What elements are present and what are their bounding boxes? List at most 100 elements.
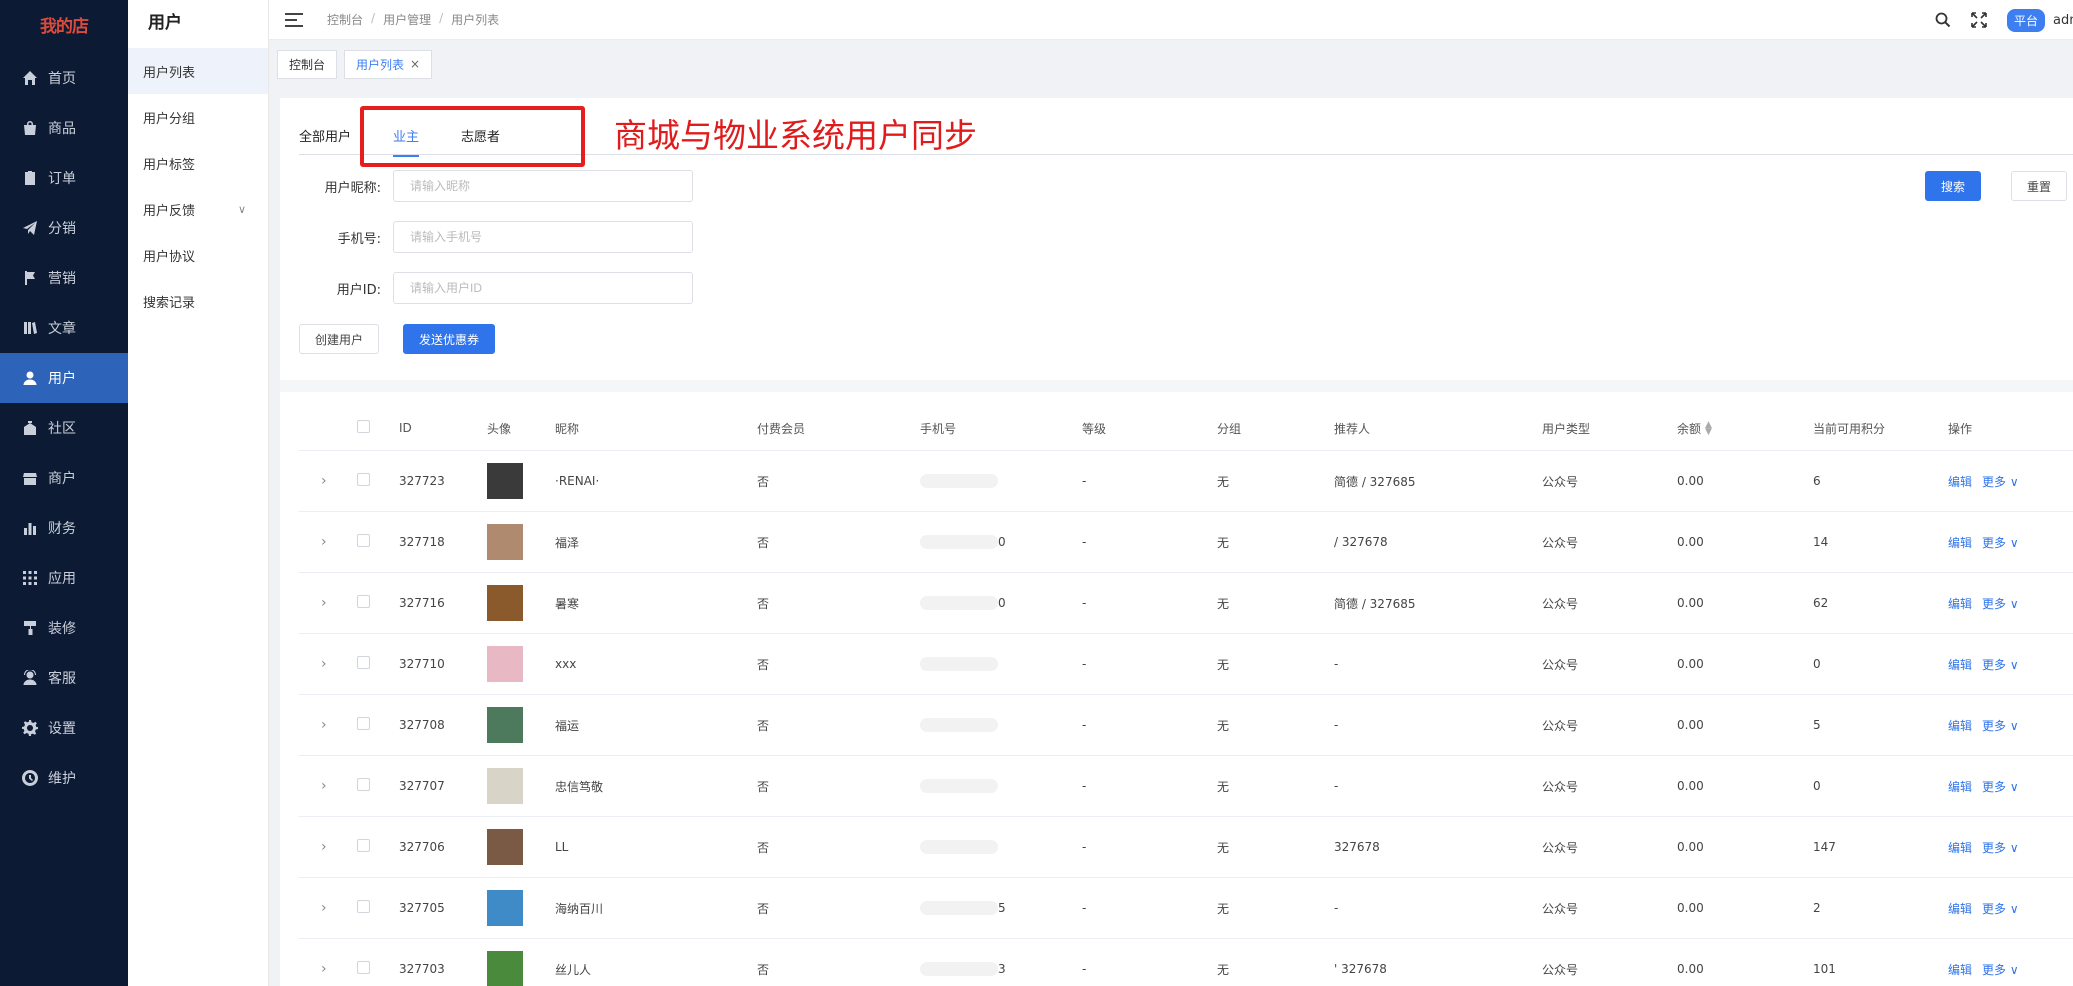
more-dropdown[interactable]: 更多 ∨ <box>1982 841 2019 855</box>
expand-row-icon[interactable]: › <box>299 473 339 489</box>
sidebar-item-6[interactable]: 用户 <box>0 353 128 403</box>
edit-link[interactable]: 编辑 <box>1948 597 1972 611</box>
tag-user-list[interactable]: 用户列表 × <box>344 49 433 79</box>
submenu-item-user-group[interactable]: 用户分组 <box>128 94 268 140</box>
logo[interactable]: 我的店 <box>0 0 128 48</box>
more-dropdown[interactable]: 更多 ∨ <box>1982 719 2019 733</box>
sidebar-item-1[interactable]: 商品 <box>0 103 128 153</box>
more-dropdown[interactable]: 更多 ∨ <box>1982 597 2019 611</box>
table-row[interactable]: › 327716 暑寒 否 0 - 无 简德 / 327685 公众号 0.00 62 编辑 更多 ∨ <box>299 573 2073 634</box>
table-row[interactable]: › 327710 xxx 否 - 无 - 公众号 0.00 0 编辑 更多 ∨ <box>299 634 2073 695</box>
expand-row-icon[interactable]: › <box>299 778 339 794</box>
row-checkbox[interactable] <box>357 961 370 974</box>
table-row[interactable]: › 327707 忠信笃敬 否 - 无 - 公众号 0.00 0 编辑 更多 ∨ <box>299 756 2073 817</box>
row-checkbox[interactable] <box>357 839 370 852</box>
more-dropdown[interactable]: 更多 ∨ <box>1982 475 2019 489</box>
more-dropdown[interactable]: 更多 ∨ <box>1982 780 2019 794</box>
expand-row-icon[interactable]: › <box>299 961 339 977</box>
sidebar-item-8[interactable]: 商户 <box>0 453 128 503</box>
cell-actions: 编辑 更多 ∨ <box>1948 961 2068 978</box>
more-dropdown[interactable]: 更多 ∨ <box>1982 963 2019 977</box>
edit-link[interactable]: 编辑 <box>1948 780 1972 794</box>
row-checkbox[interactable] <box>357 534 370 547</box>
edit-link[interactable]: 编辑 <box>1948 536 1972 550</box>
row-checkbox[interactable] <box>357 595 370 608</box>
expand-row-icon[interactable]: › <box>299 656 339 672</box>
sidebar-item-11[interactable]: 装修 <box>0 603 128 653</box>
table-row[interactable]: › 327708 福运 否 - 无 - 公众号 0.00 5 编辑 更多 ∨ <box>299 695 2073 756</box>
row-checkbox-cell <box>339 900 399 916</box>
menu-toggle-icon[interactable] <box>285 12 303 27</box>
submenu-item-user-list[interactable]: 用户列表 <box>128 48 268 94</box>
sidebar-item-13[interactable]: 设置 <box>0 703 128 753</box>
expand-row-icon[interactable]: › <box>299 717 339 733</box>
more-dropdown[interactable]: 更多 ∨ <box>1982 658 2019 672</box>
table-row[interactable]: › 327705 海纳百川 否 5 - 无 - 公众号 0.00 2 编辑 更多 ∨ <box>299 878 2073 939</box>
avatar <box>487 646 523 682</box>
edit-link[interactable]: 编辑 <box>1948 963 1972 977</box>
sidebar-item-4[interactable]: 营销 <box>0 253 128 303</box>
col-balance-cell[interactable]: 余额 ▲ ▼ <box>1677 420 1813 437</box>
userid-input[interactable] <box>393 272 693 304</box>
expand-row-icon[interactable]: › <box>299 839 339 855</box>
more-dropdown[interactable]: 更多 ∨ <box>1982 902 2019 916</box>
submenu-item-user-feedback[interactable]: 用户反馈 ∨ <box>128 186 268 232</box>
sidebar-item-14[interactable]: 维护 <box>0 753 128 803</box>
tag-label: 控制台 <box>289 57 326 72</box>
search-button[interactable]: 搜索 <box>1925 171 1981 201</box>
row-checkbox[interactable] <box>357 656 370 669</box>
sidebar-item-10[interactable]: 应用 <box>0 553 128 603</box>
submenu-item-user-agreement[interactable]: 用户协议 <box>128 232 268 278</box>
platform-badge[interactable]: 平台 <box>2006 8 2045 32</box>
phone-input[interactable] <box>393 221 693 253</box>
reset-button[interactable]: 重置 <box>2011 171 2067 201</box>
create-user-button[interactable]: 创建用户 <box>299 324 379 354</box>
close-icon[interactable]: × <box>410 57 420 71</box>
sidebar-item-9[interactable]: 财务 <box>0 503 128 553</box>
sidebar-item-12[interactable]: 客服 <box>0 653 128 703</box>
search-icon[interactable] <box>1935 12 1951 28</box>
table-row[interactable]: › 327706 LL 否 - 无 327678 公众号 0.00 147 编辑 更多 ∨ <box>299 817 2073 878</box>
expand-row-icon[interactable]: › <box>299 900 339 916</box>
row-checkbox[interactable] <box>357 473 370 486</box>
fullscreen-icon[interactable] <box>1971 12 1987 28</box>
select-all-checkbox[interactable] <box>357 420 370 433</box>
sidebar-item-7[interactable]: 社区 <box>0 403 128 453</box>
tag-dashboard[interactable]: 控制台 <box>277 49 338 79</box>
row-checkbox[interactable] <box>357 900 370 913</box>
sidebar-item-2[interactable]: 订单 <box>0 153 128 203</box>
edit-link[interactable]: 编辑 <box>1948 658 1972 672</box>
edit-link[interactable]: 编辑 <box>1948 841 1972 855</box>
breadcrumb-item[interactable]: 控制台 <box>327 11 363 28</box>
chevron-down-icon: ∨ <box>2009 962 2019 977</box>
send-coupon-button[interactable]: 发送优惠券 <box>403 324 495 354</box>
cell-avatar <box>487 829 555 865</box>
breadcrumb-item[interactable]: 用户管理 <box>383 11 431 28</box>
row-checkbox[interactable] <box>357 778 370 791</box>
cell-paid-member: 否 <box>757 474 770 489</box>
nickname-input[interactable] <box>393 170 693 202</box>
submenu-item-user-tag[interactable]: 用户标签 <box>128 140 268 186</box>
tab-all-users[interactable]: 全部用户 <box>299 126 351 157</box>
expand-row-icon[interactable]: › <box>299 595 339 611</box>
submenu-item-label: 用户协议 <box>143 249 196 265</box>
more-dropdown[interactable]: 更多 ∨ <box>1982 536 2019 550</box>
sort-icon[interactable]: ▲ ▼ <box>1705 421 1712 437</box>
expand-row-icon[interactable]: › <box>299 534 339 550</box>
row-checkbox-cell <box>339 839 399 855</box>
cell-balance: 0.00 <box>1677 474 1704 488</box>
cell-phone <box>920 779 1082 794</box>
sidebar-item-5[interactable]: 文章 <box>0 303 128 353</box>
table-row[interactable]: › 327718 福泽 否 0 - 无 / 327678 公众号 0.00 14 编辑 更多 ∨ <box>299 512 2073 573</box>
chevron-down-icon: ∨ <box>2009 474 2019 489</box>
table-row[interactable]: › 327703 丝儿人 否 3 - 无 ' 327678 公众号 0.00 101 编辑 更多 ∨ <box>299 939 2073 986</box>
table-row[interactable]: › 327723 ·RENAI· 否 - 无 简德 / 327685 公众号 0.00 6 编辑 更多… <box>299 451 2073 512</box>
edit-link[interactable]: 编辑 <box>1948 475 1972 489</box>
sidebar-item-3[interactable]: 分销 <box>0 203 128 253</box>
edit-link[interactable]: 编辑 <box>1948 719 1972 733</box>
submenu-item-search-records[interactable]: 搜索记录 <box>128 278 268 324</box>
row-checkbox[interactable] <box>357 717 370 730</box>
edit-link[interactable]: 编辑 <box>1948 902 1972 916</box>
sidebar-item-0[interactable]: 首页 <box>0 53 128 103</box>
user-name[interactable]: admin <box>2053 13 2073 28</box>
